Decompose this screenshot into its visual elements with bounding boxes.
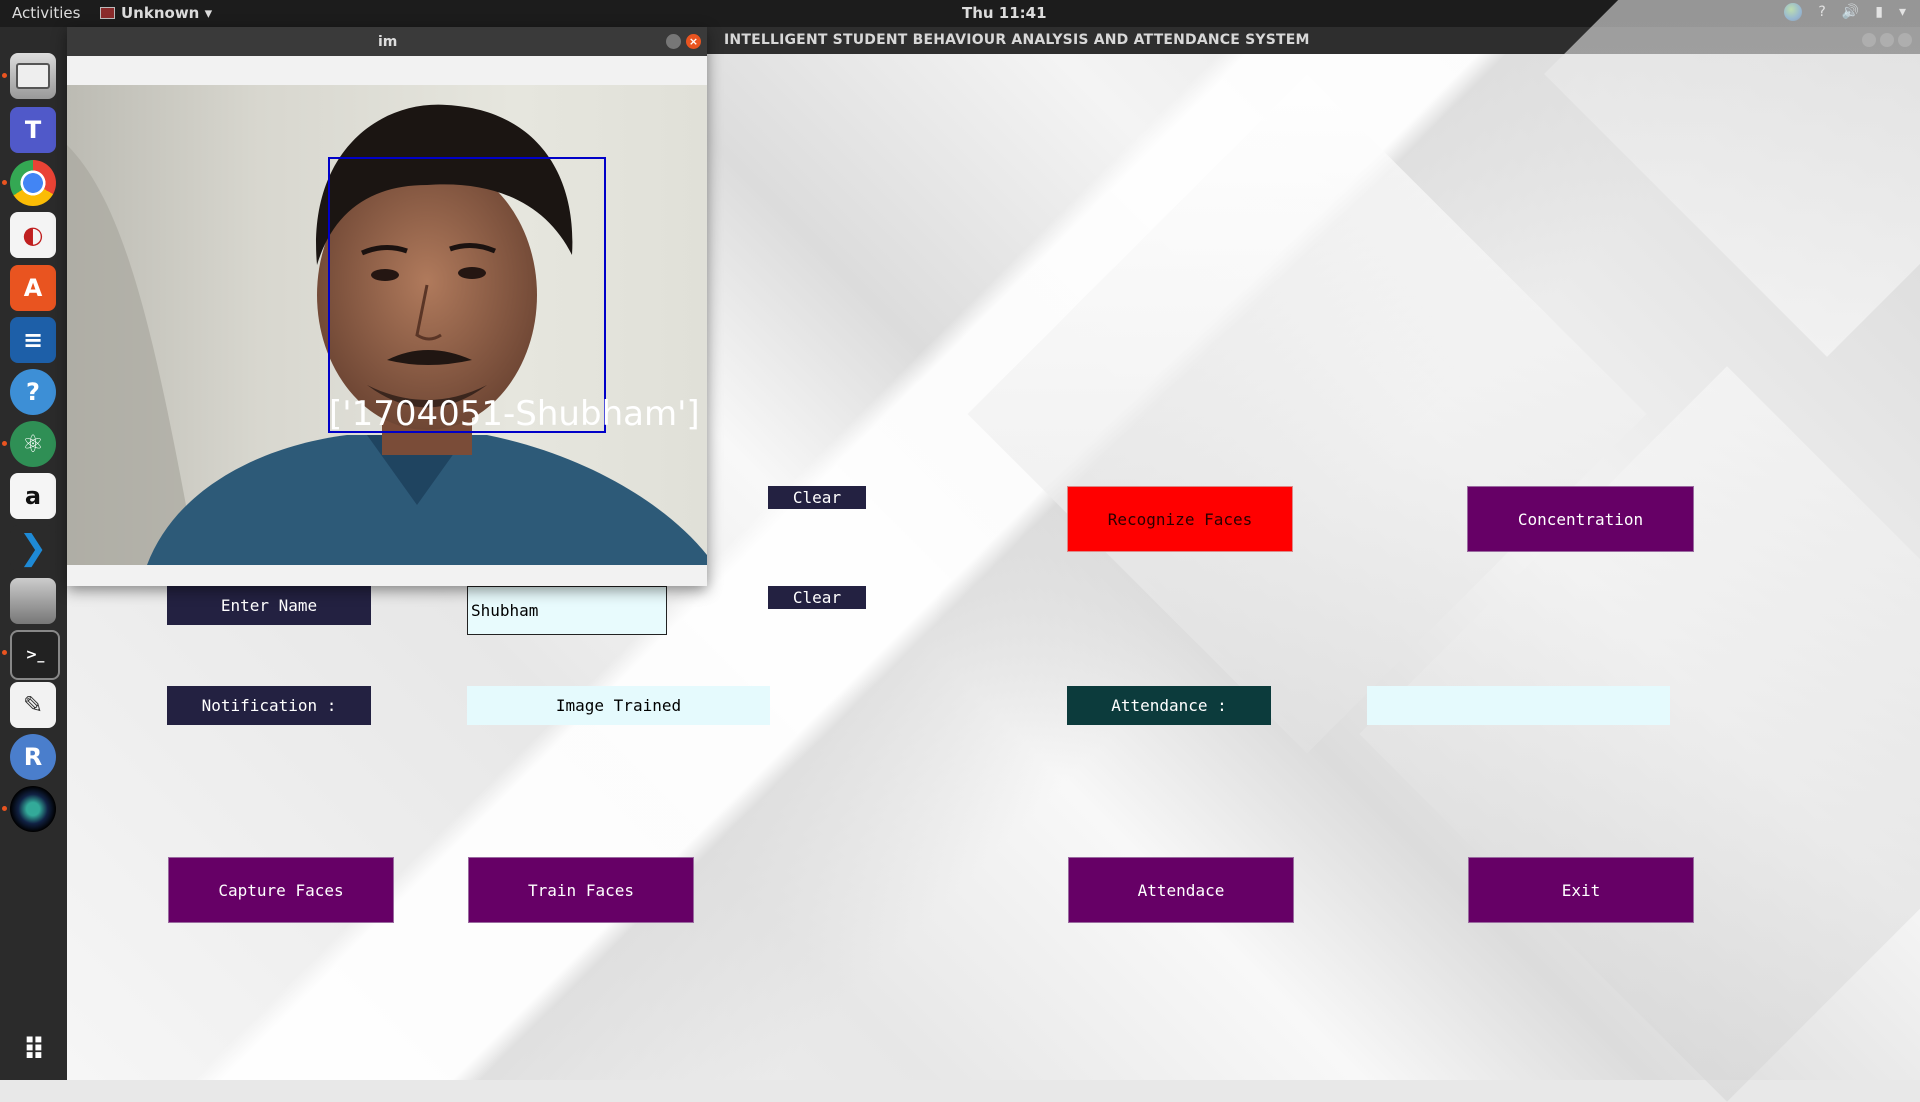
text-editor-icon[interactable]: ✎: [10, 682, 56, 728]
teams-icon[interactable]: T: [10, 107, 56, 153]
attendance-value: [1367, 686, 1670, 725]
notification-value: Image Trained: [467, 686, 770, 725]
evince-icon[interactable]: ◐: [10, 212, 56, 258]
launcher-dock: T ◐ A ≡ ? ⚛ a ❯ >_ ✎ R ⠿: [0, 27, 67, 1080]
running-indicator: [2, 806, 7, 811]
recognized-label: ['1704051-Shubham']: [329, 394, 700, 434]
name-input[interactable]: [467, 586, 667, 635]
clear-name-button[interactable]: Clear: [768, 586, 866, 609]
running-indicator: [2, 180, 7, 185]
exit-button[interactable]: Exit: [1468, 857, 1694, 923]
r-icon[interactable]: R: [10, 734, 56, 780]
camera-window[interactable]: im × ['1704051-Shubham']: [67, 27, 707, 586]
running-indicator: [2, 73, 7, 78]
running-indicator: [2, 441, 7, 446]
recognize-faces-button[interactable]: Recognize Faces: [1067, 486, 1293, 552]
window-icon: [100, 7, 115, 19]
window-title: INTELLIGENT STUDENT BEHAVIOUR ANALYSIS A…: [724, 32, 1310, 48]
train-faces-button[interactable]: Train Faces: [468, 857, 694, 923]
terminal-icon[interactable]: >_: [10, 630, 60, 680]
help-icon[interactable]: ?: [10, 369, 56, 415]
software-center-icon[interactable]: A: [10, 265, 56, 311]
attendance-label: Attendance :: [1067, 686, 1271, 725]
activities-button[interactable]: Activities: [12, 4, 80, 22]
amazon-icon[interactable]: a: [10, 473, 56, 519]
app-menu[interactable]: Unknown ▾: [100, 4, 212, 22]
writer-icon[interactable]: ≡: [10, 317, 56, 363]
camera-window-title: im: [378, 34, 398, 50]
clear-id-button[interactable]: Clear: [768, 486, 866, 509]
file-cabinet-icon[interactable]: [10, 53, 56, 99]
app-menu-label: Unknown: [121, 4, 200, 22]
camera-feed: ['1704051-Shubham']: [67, 85, 707, 565]
minimize-icon[interactable]: [666, 34, 681, 49]
capture-faces-button[interactable]: Capture Faces: [168, 857, 394, 923]
attendance-button[interactable]: Attendace: [1068, 857, 1294, 923]
clock[interactable]: Thu 11:41: [962, 4, 1047, 22]
vscode-icon[interactable]: ❯: [10, 525, 56, 571]
notification-label: Notification :: [167, 686, 371, 725]
camera-window-titlebar[interactable]: im ×: [67, 27, 707, 56]
webcam-icon[interactable]: [10, 786, 56, 832]
camera-frame: ['1704051-Shubham']: [67, 104, 707, 565]
atom-icon[interactable]: ⚛: [10, 421, 56, 467]
close-icon[interactable]: ×: [686, 34, 701, 49]
scanner-icon[interactable]: [10, 578, 56, 624]
running-indicator: [2, 650, 7, 655]
chrome-icon[interactable]: [10, 160, 56, 206]
app-grid-icon[interactable]: ⠿: [10, 1027, 56, 1073]
background-shape: [1544, 0, 1920, 357]
enter-name-label: Enter Name: [167, 586, 371, 625]
concentration-button[interactable]: Concentration: [1467, 486, 1694, 552]
